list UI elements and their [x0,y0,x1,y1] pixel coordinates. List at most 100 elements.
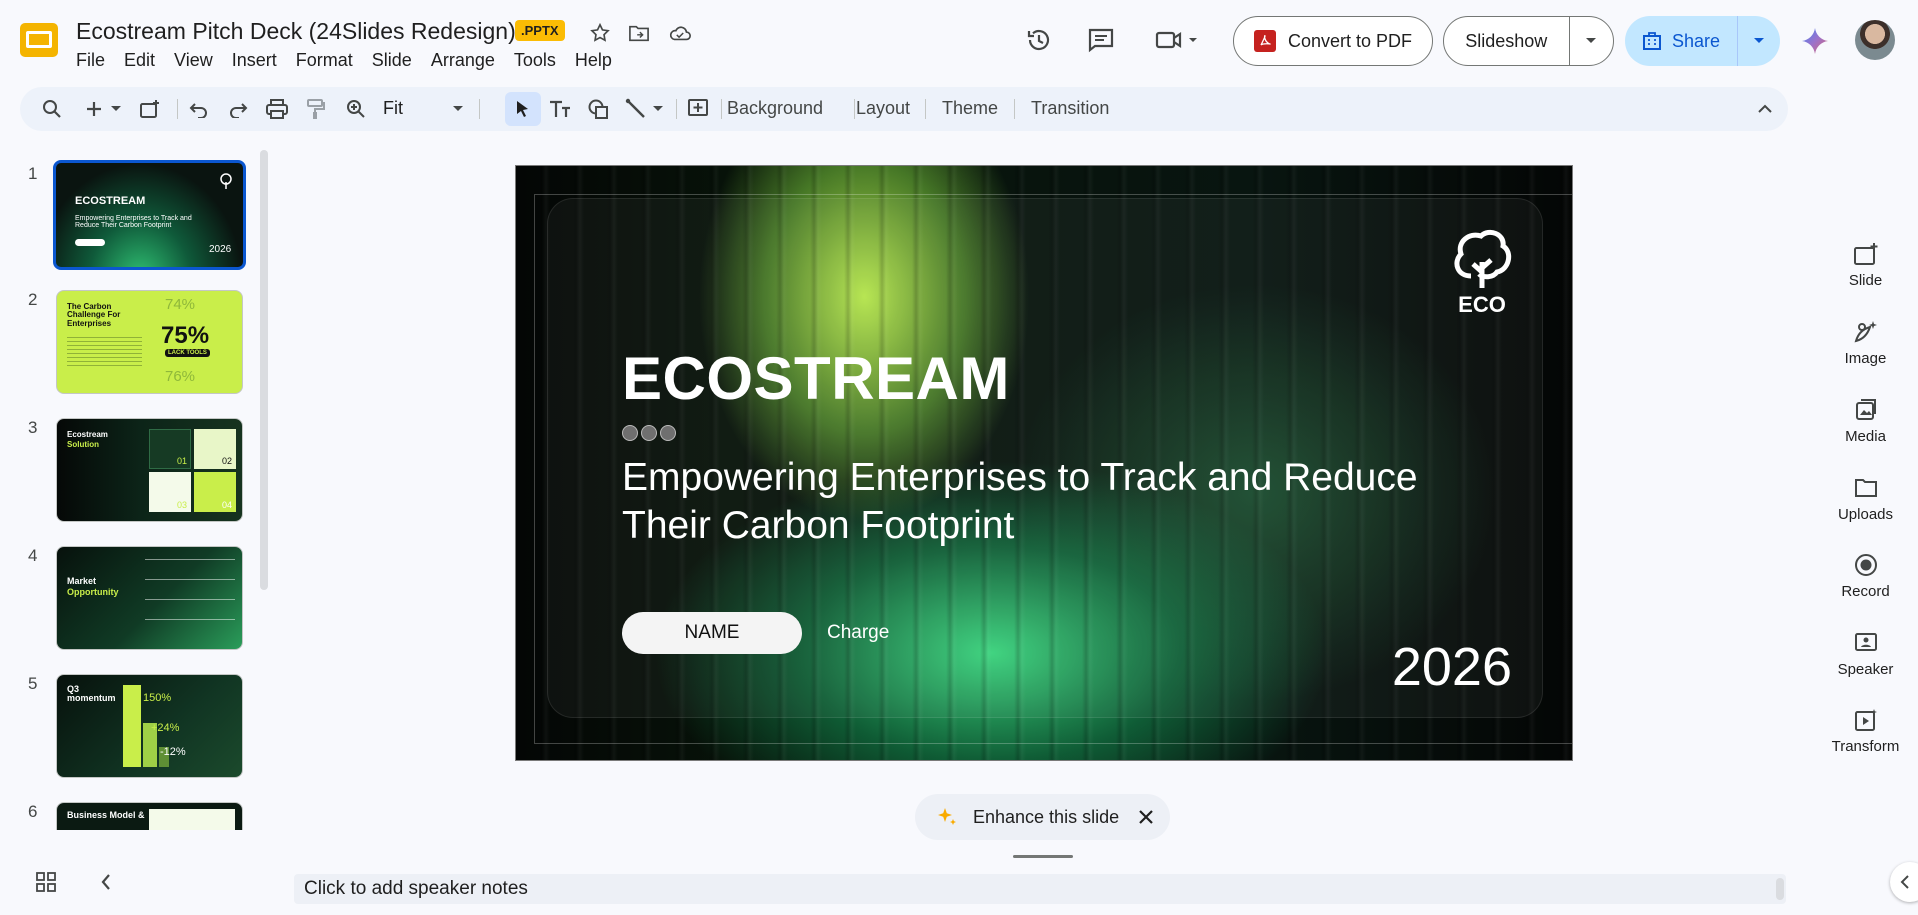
dot [660,425,676,441]
meet-icon[interactable] [1152,22,1202,58]
eco-tree-logo-icon[interactable]: ECO [1449,226,1515,316]
gemini-icon[interactable] [1800,26,1830,56]
collapse-side-panel-button[interactable] [1890,862,1918,902]
menu-insert[interactable]: Insert [232,50,288,71]
toolbar-divider [177,99,178,119]
collapse-toolbar-icon[interactable] [1751,95,1779,123]
new-slide-plus-icon[interactable] [80,95,108,123]
thumb-stat-tag: LACK TOOLS [165,349,210,358]
slide-filmstrip: 1 ECOSTREAM Empowering Enterprises to Tr… [0,150,262,830]
slideshow-button[interactable]: Slideshow [1444,17,1570,65]
background-button[interactable]: Background [727,98,823,119]
filmstrip-scrollbar[interactable] [260,150,268,590]
slide-thumbnail-6[interactable]: Business Model & [56,802,243,830]
name-pill[interactable]: NAME [622,612,802,654]
collapse-filmstrip-icon[interactable] [92,868,120,896]
search-icon[interactable] [38,95,66,123]
paint-format-icon[interactable] [302,95,330,123]
side-panel-image[interactable]: Image [1818,318,1913,367]
move-folder-icon[interactable] [624,18,654,48]
side-panel-uploads[interactable]: Uploads [1818,474,1913,523]
new-slide-chevron-icon[interactable] [108,95,124,123]
star-icon[interactable] [585,18,615,48]
cloud-status-icon[interactable] [665,18,695,48]
menu-edit[interactable]: Edit [124,50,166,71]
shape-icon[interactable] [584,95,612,123]
menu-bar: File Edit View Insert Format Slide Arran… [76,50,631,71]
side-panel-slide[interactable]: Slide [1818,240,1913,289]
dot [622,425,638,441]
slides-logo-icon[interactable] [19,22,59,58]
share-building-icon [1642,32,1661,50]
thumb-num: 02 [222,456,233,466]
insert-slide-icon[interactable] [136,95,164,123]
line-icon[interactable] [622,95,650,123]
line-chevron-icon[interactable] [650,95,666,123]
select-cursor-icon[interactable] [509,95,537,123]
convert-to-pdf-button[interactable]: Convert to PDF [1233,16,1433,66]
menu-help[interactable]: Help [575,50,623,71]
theme-button[interactable]: Theme [942,98,998,119]
user-avatar[interactable] [1855,20,1895,60]
slideshow-options-button[interactable] [1570,17,1613,65]
undo-icon[interactable] [185,95,213,123]
side-panel-label: Record [1841,583,1890,600]
grid-view-icon[interactable] [32,868,60,896]
thumb-num: 04 [222,500,233,510]
comments-icon[interactable] [1083,22,1119,58]
text-box-icon[interactable] [546,95,574,123]
slide-canvas[interactable]: ECO ECOSTREAM Empowering Enterprises to … [515,165,1573,761]
slide-thumbnail-2[interactable]: The Carbon Challenge For Enterprises 74%… [56,290,243,394]
enhance-slide-chip[interactable]: Enhance this slide [915,794,1170,840]
zoom-chevron-icon[interactable] [450,95,466,123]
notes-resize-handle[interactable] [1013,855,1073,858]
charge-text[interactable]: Charge [827,622,889,644]
slide-number: 5 [28,674,38,693]
print-icon[interactable] [263,95,291,123]
menu-view[interactable]: View [174,50,224,71]
eco-logo-text: ECO [1458,292,1506,316]
slide-thumbnail-4[interactable]: Market Opportunity [56,546,243,650]
side-panel-media[interactable]: Media [1818,396,1913,445]
menu-tools[interactable]: Tools [514,50,567,71]
enhance-label: Enhance this slide [973,806,1120,827]
side-panel-speaker[interactable]: Speaker [1818,629,1913,678]
share-label: Share [1671,30,1721,51]
slide-year[interactable]: 2026 [1384,636,1512,698]
menu-file[interactable]: File [76,50,116,71]
version-history-icon[interactable] [1021,22,1057,58]
slide-number: 6 [28,802,38,821]
menu-format[interactable]: Format [296,50,364,71]
slide-number: 4 [28,546,38,565]
transition-button[interactable]: Transition [1031,98,1109,119]
redo-icon[interactable] [224,95,252,123]
menu-arrange[interactable]: Arrange [431,50,506,71]
layout-button[interactable]: Layout [856,98,910,119]
side-panel-record[interactable]: Record [1818,551,1913,600]
document-title[interactable]: Ecostream Pitch Deck (24Slides Redesign) [76,18,516,45]
notes-scrollbar[interactable] [1776,878,1784,900]
share-button[interactable]: Share [1625,16,1738,66]
thumb-title: Ecostream [67,430,108,439]
zoom-level[interactable]: Fit [383,98,403,119]
thumb-pill [75,239,105,246]
close-icon[interactable] [1136,807,1156,827]
menu-slide[interactable]: Slide [372,50,423,71]
share-options-button[interactable] [1738,16,1780,66]
transform-icon [1851,706,1881,734]
side-panel-label: Image [1844,350,1887,367]
slide-thumbnail-3[interactable]: Ecostream Solution 01 02 03 04 [56,418,243,522]
slide-title[interactable]: ECOSTREAM [622,344,1010,413]
slide-subtitle[interactable]: Empowering Enterprises to Track and Redu… [622,454,1482,549]
image-sparkle-icon [1851,318,1881,346]
side-panel-transform[interactable]: Transform [1818,706,1913,755]
toolbar-divider [925,99,926,119]
speaker-notes-field[interactable]: Click to add speaker notes [294,874,1786,904]
add-comment-icon[interactable] [684,95,712,123]
thumb-num: 03 [177,500,188,510]
slide-thumbnail-5[interactable]: Q3 momentum 150% +24% -12% [56,674,243,778]
slide-thumbnail-1[interactable]: ECOSTREAM Empowering Enterprises to Trac… [53,160,246,270]
thumb-title: Q3 momentum [67,684,116,704]
toolbar-divider [854,99,855,119]
zoom-icon[interactable] [342,95,370,123]
